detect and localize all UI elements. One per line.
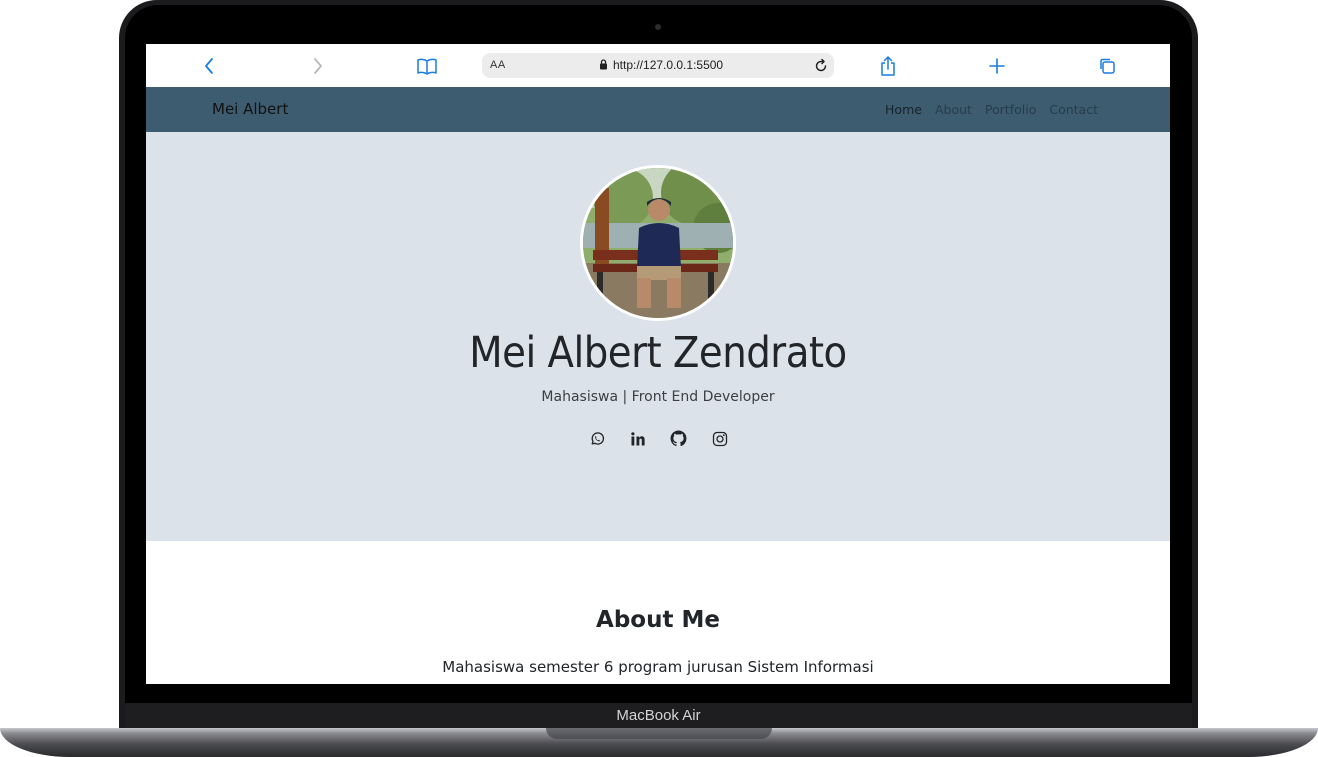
site-navbar: Mei Albert Home About Portfolio Contact xyxy=(146,87,1170,132)
plus-icon xyxy=(989,58,1005,74)
linkedin-icon[interactable] xyxy=(629,430,646,447)
hero-subtitle: Mahasiswa | Front End Developer xyxy=(541,389,775,405)
nav-link-portfolio[interactable]: Portfolio xyxy=(985,102,1036,117)
url-text: http://127.0.0.1:5500 xyxy=(613,58,724,72)
nav-link-home[interactable]: Home xyxy=(885,102,922,117)
profile-photo-image xyxy=(583,168,733,318)
address-bar[interactable]: AA http://127.0.0.1:5500 xyxy=(482,53,834,78)
share-icon xyxy=(881,56,895,76)
laptop-notch xyxy=(546,728,772,739)
chevron-left-icon xyxy=(205,58,213,74)
github-icon[interactable] xyxy=(670,430,687,447)
back-button[interactable] xyxy=(196,53,222,79)
about-text: Mahasiswa semester 6 program jurusan Sis… xyxy=(442,658,874,676)
reader-button[interactable]: AA xyxy=(490,59,506,71)
book-icon xyxy=(417,58,437,75)
browser-screen: AA http://127.0.0.1:5500 Mei Albert Home… xyxy=(146,44,1170,684)
about-title: About Me xyxy=(596,607,720,633)
browser-toolbar: AA http://127.0.0.1:5500 xyxy=(146,44,1170,87)
forward-button[interactable] xyxy=(305,53,331,79)
instagram-icon-glyph xyxy=(712,431,727,446)
new-tab-button[interactable] xyxy=(984,53,1010,79)
navbar-brand[interactable]: Mei Albert xyxy=(212,100,288,118)
reload-icon[interactable] xyxy=(812,57,830,75)
linkedin-icon-glyph xyxy=(630,431,645,445)
profile-photo xyxy=(580,165,736,321)
nav-link-contact[interactable]: Contact xyxy=(1049,102,1098,117)
bookmarks-button[interactable] xyxy=(414,53,440,79)
instagram-icon[interactable] xyxy=(711,430,728,447)
social-links xyxy=(146,430,1170,447)
whatsapp-icon[interactable] xyxy=(588,430,605,447)
hero-name: Mei Albert Zendrato xyxy=(469,328,847,378)
camera-icon xyxy=(655,24,661,30)
lock-icon xyxy=(600,59,607,70)
tabs-overview-button[interactable] xyxy=(1094,53,1120,79)
device-label: MacBook Air xyxy=(616,707,701,724)
nav-links: Home About Portfolio Contact xyxy=(885,102,1098,117)
chevron-right-icon xyxy=(314,58,322,74)
hero-section: Mei Albert Zendrato Mahasiswa | Front En… xyxy=(146,132,1170,541)
tabs-icon xyxy=(1100,58,1115,74)
github-icon-glyph xyxy=(670,430,687,447)
whatsapp-icon-glyph xyxy=(591,431,604,445)
share-button[interactable] xyxy=(875,53,901,79)
nav-link-about[interactable]: About xyxy=(935,102,972,117)
